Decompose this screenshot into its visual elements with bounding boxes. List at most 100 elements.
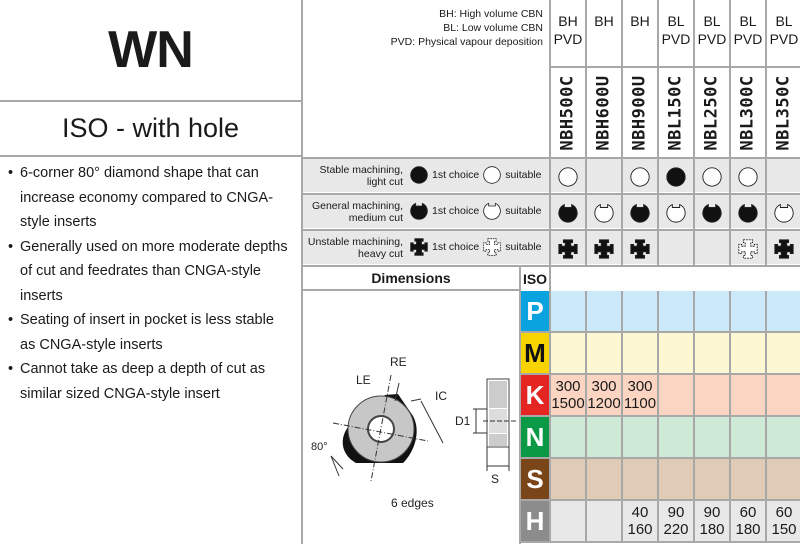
circle-first-icon [410,166,428,184]
grade-type-label: BL [739,13,757,29]
cutting-speed-cell [693,375,729,415]
grade-coating-label: PVD [697,31,727,47]
condition-cell [585,231,621,266]
cutting-speed-cell [729,291,765,331]
circle-first-icon [666,166,686,187]
grade-name: NBH900U [621,68,657,157]
cutting-speed-cell [621,333,657,373]
cutting-speed-cell: 60 150 [765,501,800,541]
condition-cell [549,159,585,194]
grade-name-label: NBL250C [702,74,722,151]
d1-label: D1 [455,414,471,428]
cutting-speed-cell [549,459,585,499]
iso-row: 300 1500 300 1200 300 1100 [549,375,800,417]
legend-line: BL: Low volume CBN [443,22,543,34]
circle-suitable-icon [702,166,722,187]
grade-type: BL PVD [693,0,729,68]
cutting-speed-cell [549,333,585,373]
notch-suitable-icon [666,203,686,223]
iso-row: 40 160 90 220 90 180 60 180 60 150 [549,501,800,543]
cutting-speed-cell [621,291,657,331]
cutting-speed-cell [549,417,585,457]
condition-cell [549,231,585,266]
cutting-speed-cell [657,459,693,499]
grade-name-label: NBH600U [594,74,614,151]
first-choice-label: 1st choice [432,241,480,253]
condition-cell [693,159,729,194]
grade-legend: BH: High volume CBN BL: Low volume CBN P… [303,0,549,157]
suitable-label: suitable [505,205,542,217]
cutting-speed-cell [765,333,800,373]
condition-row: Unstable machining, heavy cut 1st choice s… [303,229,800,266]
cutting-speed-cell [657,291,693,331]
cutting-speed-cell [585,459,621,499]
grade-coating-label: PVD [661,31,691,47]
cross-suitable-icon [738,238,758,259]
cutting-speed-cell [729,459,765,499]
angle-label: 80° [311,441,328,453]
cutting-speed-cell: 90 220 [657,501,693,541]
grade-coating-label: PVD [733,31,763,47]
notch-first-icon [702,203,722,223]
cutting-speed-cell: 40 160 [621,501,657,541]
feature-item: Generally used on more moderate depths o… [8,235,293,309]
grade-type-label: BH [594,13,614,29]
cutting-speed-cell [657,375,693,415]
cutting-speed-cell [729,375,765,415]
iso-row [549,459,800,501]
ic-label: IC [435,389,447,403]
cutting-speed-cell [549,501,585,541]
grade-name: NBL150C [657,68,693,157]
dimensions-header: Dimensions [303,265,521,291]
condition-cell [693,231,729,266]
cutting-speed-cell [765,459,800,499]
circle-suitable-icon [558,166,578,187]
circle-suitable-icon [483,166,502,184]
iso-header: ISO [521,265,549,291]
cutting-speed-cell [729,333,765,373]
grade-type: BL PVD [729,0,765,68]
grade-name: NBL300C [729,68,765,157]
cutting-speed-cell [657,417,693,457]
circle-suitable-icon [630,166,650,187]
cutting-speed-cell [729,417,765,457]
grade-type-label: BH [558,13,578,29]
grade-name-label: NBL300C [738,74,758,151]
condition-cell [765,195,800,230]
cutting-speed-cell: 300 1100 [621,375,657,415]
cross-suitable-icon [483,238,502,256]
grade-type-label: BL [703,13,721,29]
cutting-speed-cell [621,417,657,457]
grade-name: NBH500C [549,68,585,157]
s-label: S [491,472,499,486]
condition-row: Stable machining, light cut 1st choice sui… [303,157,800,194]
cutting-speed-cell [693,291,729,331]
cross-first-icon [774,238,794,259]
condition-cell [657,159,693,194]
feature-item: Cannot take as deep a depth of cut as si… [8,357,293,406]
cross-first-icon [630,238,650,259]
iso-m-badge: M [521,333,549,375]
notch-suitable-icon [774,203,794,223]
condition-cell [549,195,585,230]
feature-item: Seating of insert in pocket is less stab… [8,308,293,357]
grade-name: NBL350C [765,68,800,157]
suitable-label: suitable [505,169,542,181]
iso-k-badge: K [521,375,549,417]
feature-item: 6-corner 80° diamond shape that can incr… [8,161,293,235]
condition-label: Stable machining, light cut [319,164,403,188]
feature-list: 6-corner 80° diamond shape that can incr… [0,157,303,544]
cross-first-icon [594,238,614,259]
re-label: RE [390,355,407,369]
cross-first-icon [410,238,428,256]
condition-cell [585,159,621,194]
condition-cell [657,195,693,230]
grade-type: BH [585,0,621,68]
condition-cell [693,195,729,230]
notch-suitable-icon [594,203,614,223]
condition-cell [621,195,657,230]
condition-cell [729,231,765,266]
condition-legend: 1st choice suitable [409,165,541,185]
iso-h-badge: H [521,501,549,543]
grade-type-label: BH [630,13,650,29]
